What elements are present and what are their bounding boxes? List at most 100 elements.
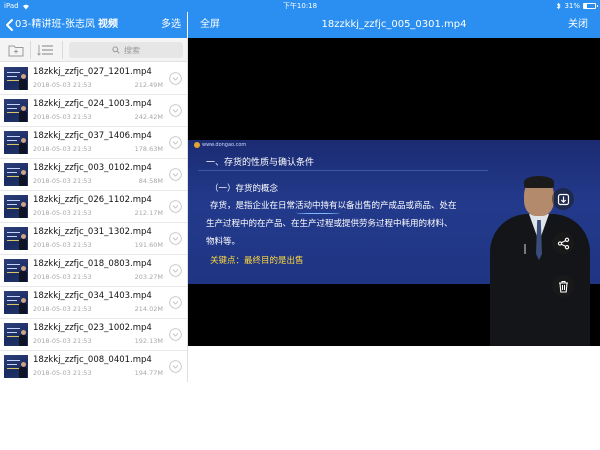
file-name: 18zkkj_zzfjc_018_0803.mp4 xyxy=(33,259,152,269)
file-date: 2018-05-03 21:53 xyxy=(33,113,92,121)
chevron-down-circle-icon[interactable] xyxy=(169,296,182,309)
video-thumbnail xyxy=(4,291,28,314)
multi-select-button[interactable]: 多选 xyxy=(161,12,181,38)
file-date: 2018-05-03 21:53 xyxy=(33,145,92,153)
thumb-lecturer-head xyxy=(21,330,26,335)
file-list-item[interactable]: 18zkkj_zzfjc_031_1302.mp4 2018-05-03 21:5… xyxy=(0,223,187,255)
file-name: 18zkkj_zzfjc_008_0401.mp4 xyxy=(33,355,152,365)
folder-title[interactable]: 03-精讲班-张志凤 视频 xyxy=(15,12,118,38)
file-date: 2018-05-03 21:53 xyxy=(33,337,92,345)
chevron-down-circle-icon[interactable] xyxy=(169,72,182,85)
thumb-line xyxy=(7,108,17,109)
file-name: 18zkkj_zzfjc_024_1003.mp4 xyxy=(33,99,152,109)
share-icon xyxy=(557,237,569,249)
file-date: 2018-05-03 21:53 xyxy=(33,81,92,89)
file-list-item[interactable]: 18zkkj_zzfjc_024_1003.mp4 2018-05-03 21:5… xyxy=(0,95,187,127)
video-thumbnail xyxy=(4,67,28,90)
search-icon xyxy=(112,46,120,54)
slide-rule xyxy=(198,170,488,171)
thumb-lecturer xyxy=(19,270,27,282)
thumb-lecturer xyxy=(19,302,27,314)
thumb-lecturer-head xyxy=(21,234,26,239)
chevron-down-circle-icon[interactable] xyxy=(169,328,182,341)
file-list-item[interactable]: 18zkkj_zzfjc_018_0803.mp4 2018-05-03 21:5… xyxy=(0,255,187,287)
file-list-item[interactable]: 18zkkj_zzfjc_026_1102.mp4 2018-05-03 21:5… xyxy=(0,191,187,223)
search-placeholder: 搜索 xyxy=(124,45,140,55)
search-input[interactable]: 搜索 xyxy=(69,42,183,58)
video-thumbnail xyxy=(4,323,28,346)
sort-list-icon[interactable] xyxy=(37,43,55,57)
thumb-line xyxy=(7,136,20,137)
file-size: 214.02M xyxy=(134,305,163,313)
file-name: 18zkkj_zzfjc_034_1403.mp4 xyxy=(33,291,152,301)
file-list-item[interactable]: 18zkkj_zzfjc_023_1002.mp4 2018-05-03 21:5… xyxy=(0,319,187,351)
thumb-lecturer xyxy=(19,142,27,154)
thumb-lecturer-head xyxy=(21,106,26,111)
video-thumbnail xyxy=(4,227,28,250)
player-empty-area xyxy=(188,346,600,450)
file-size: 194.77M xyxy=(134,369,163,377)
thumb-line xyxy=(7,76,17,77)
thumb-lecturer xyxy=(19,206,27,218)
chevron-down-circle-icon[interactable] xyxy=(169,136,182,149)
file-list-item[interactable]: 18zkkj_zzfjc_037_1406.mp4 2018-05-03 21:5… xyxy=(0,127,187,159)
chevron-down-circle-icon[interactable] xyxy=(169,104,182,117)
toolbar-divider xyxy=(62,41,63,59)
status-time: 下午10:18 xyxy=(282,2,318,10)
status-right: 31% xyxy=(556,0,598,12)
folder-title-text: 03-精讲班-张志凤 xyxy=(15,19,95,30)
toolbar-divider xyxy=(30,41,31,59)
video-thumbnail xyxy=(4,131,28,154)
file-list-item[interactable]: 18zkkj_zzfjc_027_1201.mp4 2018-05-03 21:5… xyxy=(0,63,187,95)
thumb-line xyxy=(7,104,20,105)
thumb-line xyxy=(7,332,17,333)
battery-fill xyxy=(584,4,588,8)
download-button[interactable] xyxy=(552,188,574,210)
thumb-lecturer xyxy=(19,174,27,186)
battery-percent: 31% xyxy=(564,2,580,10)
video-player[interactable]: www.dongao.com 一、存货的性质与确认条件 （一）存货的概念 存货，… xyxy=(188,38,600,346)
thumb-lecturer xyxy=(19,78,27,90)
close-button[interactable]: 关闭 xyxy=(568,12,588,38)
slide-paragraph-line: 生产过程中的在产品、在生产过程或提供劳务过程中耗用的材料、 xyxy=(206,219,453,229)
trash-icon xyxy=(558,280,568,293)
video-thumbnail xyxy=(4,259,28,282)
thumb-line xyxy=(7,232,20,233)
video-thumbnail xyxy=(4,355,28,378)
status-bar: iPad 下午10:18 31% xyxy=(0,0,600,12)
logo-mark-icon xyxy=(194,142,200,148)
bluetooth-icon xyxy=(557,2,562,10)
chevron-down-circle-icon[interactable] xyxy=(169,232,182,245)
file-list-item[interactable]: 18zkkj_zzfjc_003_0102.mp4 2018-05-03 21:5… xyxy=(0,159,187,191)
thumb-lecturer xyxy=(19,366,27,378)
slide-logo-text: www.dongao.com xyxy=(202,142,247,148)
thumb-line xyxy=(7,304,19,305)
chevron-down-circle-icon[interactable] xyxy=(169,264,182,277)
thumb-line xyxy=(7,272,19,273)
video-thumbnail xyxy=(4,99,28,122)
video-title: 18zzkkj_zzfjc_005_0301.mp4 xyxy=(321,19,467,30)
file-list-item[interactable]: 18zkkj_zzfjc_008_0401.mp4 2018-05-03 21:5… xyxy=(0,351,187,382)
delete-button[interactable] xyxy=(552,275,574,297)
file-list-header: 03-精讲班-张志凤 视频 多选 xyxy=(0,12,187,38)
thumb-line xyxy=(7,268,17,269)
chevron-down-circle-icon[interactable] xyxy=(169,168,182,181)
thumb-line xyxy=(7,144,19,145)
chevron-down-circle-icon[interactable] xyxy=(169,200,182,213)
folder-icon[interactable] xyxy=(8,43,24,57)
file-name: 18zkkj_zzfjc_023_1002.mp4 xyxy=(33,323,152,333)
lecturer-hair xyxy=(524,176,554,188)
thumb-lecturer xyxy=(19,110,27,122)
share-button[interactable] xyxy=(552,232,574,254)
file-date: 2018-05-03 21:53 xyxy=(33,241,92,249)
video-thumbnail xyxy=(4,195,28,218)
chevron-down-circle-icon[interactable] xyxy=(169,360,182,373)
thumb-lecturer-head xyxy=(21,266,26,271)
file-size: 84.58M xyxy=(138,177,163,185)
file-list-item[interactable]: 18zkkj_zzfjc_034_1403.mp4 2018-05-03 21:5… xyxy=(0,287,187,319)
slide-paragraph-line: 存货，是指企业在日常活动中持有以备出售的产成品或商品、处在 xyxy=(210,201,457,211)
thumb-lecturer-head xyxy=(21,170,26,175)
thumb-line xyxy=(7,112,19,113)
file-size: 212.49M xyxy=(134,81,163,89)
lapel-mic xyxy=(524,244,526,254)
